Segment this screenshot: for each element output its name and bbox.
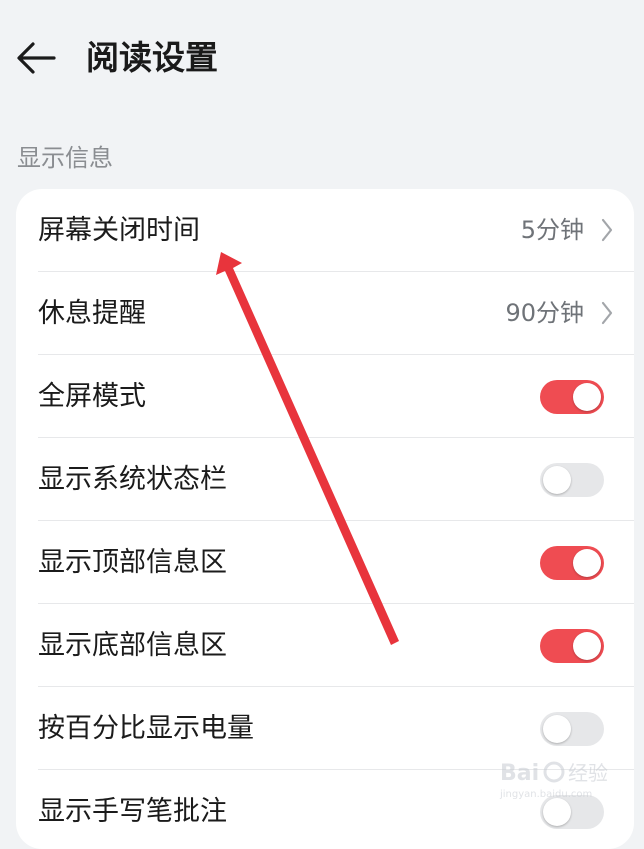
stylus-annotation-toggle[interactable] xyxy=(540,795,604,829)
row-label: 显示系统状态栏 xyxy=(38,464,227,495)
status-bar-toggle[interactable] xyxy=(540,463,604,497)
row-label: 按百分比显示电量 xyxy=(38,713,254,744)
fullscreen-toggle[interactable] xyxy=(540,380,604,414)
row-label: 屏幕关闭时间 xyxy=(38,215,200,246)
row-label: 休息提醒 xyxy=(38,298,146,329)
row-bottom-info-area: 显示底部信息区 xyxy=(16,604,634,687)
top-info-toggle[interactable] xyxy=(540,546,604,580)
settings-card: 屏幕关闭时间 5分钟 休息提醒 90分钟 全屏模式 显示系统状态栏 显示顶部信息… xyxy=(16,189,634,849)
row-stylus-annotations: 显示手写笔批注 xyxy=(16,770,634,849)
row-battery-percentage: 按百分比显示电量 xyxy=(16,687,634,770)
page-title: 阅读设置 xyxy=(86,38,218,77)
toggle-knob xyxy=(573,632,601,660)
toggle-knob xyxy=(573,549,601,577)
row-label: 全屏模式 xyxy=(38,381,146,412)
toggle-knob xyxy=(543,715,571,743)
row-rest-reminder[interactable]: 休息提醒 90分钟 xyxy=(16,272,634,355)
back-button[interactable] xyxy=(14,38,58,78)
row-label: 显示手写笔批注 xyxy=(38,796,227,827)
battery-percentage-toggle[interactable] xyxy=(540,712,604,746)
back-arrow-icon xyxy=(17,42,56,74)
section-label: 显示信息 xyxy=(17,144,113,172)
row-label: 显示顶部信息区 xyxy=(38,547,227,578)
row-value: 90分钟 xyxy=(505,299,584,327)
row-system-status-bar: 显示系统状态栏 xyxy=(16,438,634,521)
bottom-info-toggle[interactable] xyxy=(540,629,604,663)
chevron-right-icon xyxy=(601,218,613,242)
row-value: 5分钟 xyxy=(520,216,584,244)
toggle-knob xyxy=(573,383,601,411)
row-fullscreen-mode: 全屏模式 xyxy=(16,355,634,438)
row-top-info-area: 显示顶部信息区 xyxy=(16,521,634,604)
toggle-knob xyxy=(543,466,571,494)
row-label: 显示底部信息区 xyxy=(38,630,227,661)
toggle-knob xyxy=(543,798,571,826)
header-bar: 阅读设置 xyxy=(0,0,644,118)
chevron-right-icon xyxy=(601,301,613,325)
row-screen-off-time[interactable]: 屏幕关闭时间 5分钟 xyxy=(16,189,634,272)
